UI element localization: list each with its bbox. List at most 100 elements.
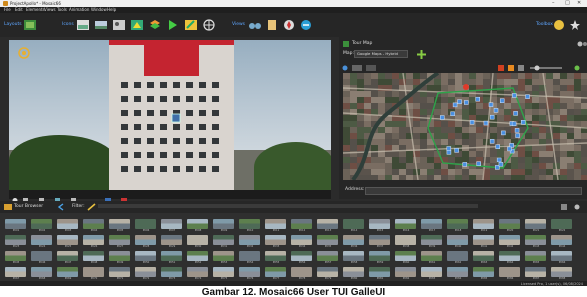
thumbnail-item[interactable]: P049 <box>108 250 132 266</box>
wheel-icon[interactable] <box>201 17 216 32</box>
thumbnail-item[interactable]: P039 <box>420 234 444 250</box>
thumbnail-item[interactable]: P033 <box>264 234 288 250</box>
thumbnail-item[interactable]: P044 <box>550 234 574 250</box>
thumbnail-item[interactable]: P067 <box>4 266 28 282</box>
map-icon[interactable] <box>129 17 144 32</box>
zoom-slider-thumb[interactable] <box>534 65 540 71</box>
thumbnail-item[interactable]: P011 <box>264 218 288 234</box>
thumbnail-item[interactable]: P062 <box>446 250 470 266</box>
thumbnail-item[interactable]: P079 <box>316 266 340 282</box>
map-photo-marker[interactable] <box>446 146 452 151</box>
thumbnail-item[interactable]: P020 <box>498 218 522 234</box>
thumbnail-item[interactable]: P040 <box>446 234 470 250</box>
thumbnail-item[interactable]: P023 <box>4 234 28 250</box>
map-photo-marker[interactable] <box>513 111 518 116</box>
map-photo-marker[interactable] <box>514 128 520 133</box>
thumbnail-item[interactable]: P022 <box>550 218 574 234</box>
map-photo-marker[interactable] <box>499 98 505 103</box>
hotspot-marker-icon[interactable] <box>171 113 181 123</box>
thumbnail-item[interactable]: P046 <box>30 250 54 266</box>
star-icon[interactable] <box>567 17 582 32</box>
thumbnail-item[interactable]: P008 <box>186 218 210 234</box>
map-pin-icon[interactable] <box>463 84 469 90</box>
map-photo-marker[interactable] <box>511 121 517 127</box>
map-photo-marker[interactable] <box>452 102 458 108</box>
radar-tool-icon[interactable] <box>508 65 514 71</box>
thumbnail-item[interactable]: P003 <box>56 218 80 234</box>
thumbnail-item[interactable]: P030 <box>186 234 210 250</box>
browser-close-icon[interactable] <box>574 204 580 210</box>
map-photo-marker[interactable] <box>489 139 495 144</box>
thumbnail-item[interactable]: P012 <box>290 218 314 234</box>
thumbnail-item[interactable]: P088 <box>550 266 574 282</box>
thumbnail-item[interactable]: P064 <box>498 250 522 266</box>
thumbnail-item[interactable]: P006 <box>134 218 158 234</box>
map-photo-marker[interactable] <box>464 100 469 105</box>
clipboard-icon[interactable] <box>264 17 279 32</box>
map-photo-marker[interactable] <box>462 162 468 167</box>
thumbnail-item[interactable]: P087 <box>524 266 548 282</box>
thumbnail-item[interactable]: P076 <box>238 266 262 282</box>
thumbnail-item[interactable]: P068 <box>30 266 54 282</box>
add-map-icon[interactable] <box>417 50 426 59</box>
filter-input[interactable] <box>98 204 478 208</box>
address-input[interactable] <box>365 187 582 195</box>
thumbnail-item[interactable]: P031 <box>212 234 236 250</box>
layers-icon[interactable] <box>147 17 162 32</box>
thumbnail-item[interactable]: P070 <box>82 266 106 282</box>
binoculars-icon[interactable] <box>247 17 262 32</box>
thumbnail-item[interactable]: P045 <box>4 250 28 266</box>
map-photo-marker[interactable] <box>469 120 475 125</box>
map-photo-marker[interactable] <box>476 161 481 166</box>
layout-icon[interactable] <box>22 17 37 32</box>
thumbnail-item[interactable]: P081 <box>368 266 392 282</box>
thumbnail-item[interactable]: P075 <box>212 266 236 282</box>
thumbnail-item[interactable]: P077 <box>264 266 288 282</box>
thumbnail-item[interactable]: P036 <box>342 234 366 250</box>
zoom-in-icon[interactable] <box>574 65 580 71</box>
map-photo-marker[interactable] <box>450 111 455 117</box>
compass-icon[interactable] <box>281 17 296 32</box>
locate-icon[interactable] <box>342 65 348 71</box>
map-photo-marker[interactable] <box>457 99 462 104</box>
map-photo-marker[interactable] <box>489 114 495 120</box>
map-photo-marker[interactable] <box>483 120 489 126</box>
thumbnail-item[interactable]: P071 <box>108 266 132 282</box>
map-photo-marker[interactable] <box>475 96 480 102</box>
thumbnail-item[interactable]: P055 <box>264 250 288 266</box>
thumbnail-item[interactable]: P051 <box>160 250 184 266</box>
thumbnail-item[interactable]: P047 <box>56 250 80 266</box>
thumbnail-item[interactable]: P057 <box>316 250 340 266</box>
filter-wand-icon[interactable] <box>87 203 96 211</box>
thumbnail-item[interactable]: P056 <box>290 250 314 266</box>
thumbnail-item[interactable]: P017 <box>420 218 444 234</box>
minimize-icon[interactable]: – <box>552 0 555 7</box>
thumbnail-item[interactable]: P069 <box>56 266 80 282</box>
thumbnail-item[interactable]: P027 <box>108 234 132 250</box>
thumbnail-item[interactable]: P029 <box>160 234 184 250</box>
thumbnail-item[interactable]: P084 <box>446 266 470 282</box>
thumbnail-item[interactable]: P035 <box>316 234 340 250</box>
thumbnail-item[interactable]: P034 <box>290 234 314 250</box>
thumbnail-item[interactable]: P065 <box>524 250 548 266</box>
photo-icon[interactable] <box>111 17 126 32</box>
thumbnail-item[interactable]: P028 <box>134 234 158 250</box>
thumbnail-item[interactable]: P074 <box>186 266 210 282</box>
thumbnail-item[interactable]: P010 <box>238 218 262 234</box>
zoom-out-icon[interactable] <box>518 65 524 71</box>
thumbnail-item[interactable]: P004 <box>82 218 106 234</box>
thumbnail-item[interactable]: P048 <box>82 250 106 266</box>
thumbnail-item[interactable]: P007 <box>160 218 184 234</box>
compass-rose-icon[interactable] <box>17 46 31 60</box>
map-photo-marker[interactable] <box>496 157 502 163</box>
map-photo-marker[interactable] <box>507 146 512 152</box>
map-photo-marker[interactable] <box>495 144 501 149</box>
thumbnail-item[interactable]: P024 <box>30 234 54 250</box>
thumbnail-item[interactable]: P085 <box>472 266 496 282</box>
thumbnail-item[interactable]: P009 <box>212 218 236 234</box>
map-photo-marker[interactable] <box>439 115 445 120</box>
thumbnail-item[interactable]: P041 <box>472 234 496 250</box>
map-photo-marker[interactable] <box>520 120 526 125</box>
thumbnail-item[interactable]: P019 <box>472 218 496 234</box>
thumbnail-item[interactable]: P016 <box>394 218 418 234</box>
